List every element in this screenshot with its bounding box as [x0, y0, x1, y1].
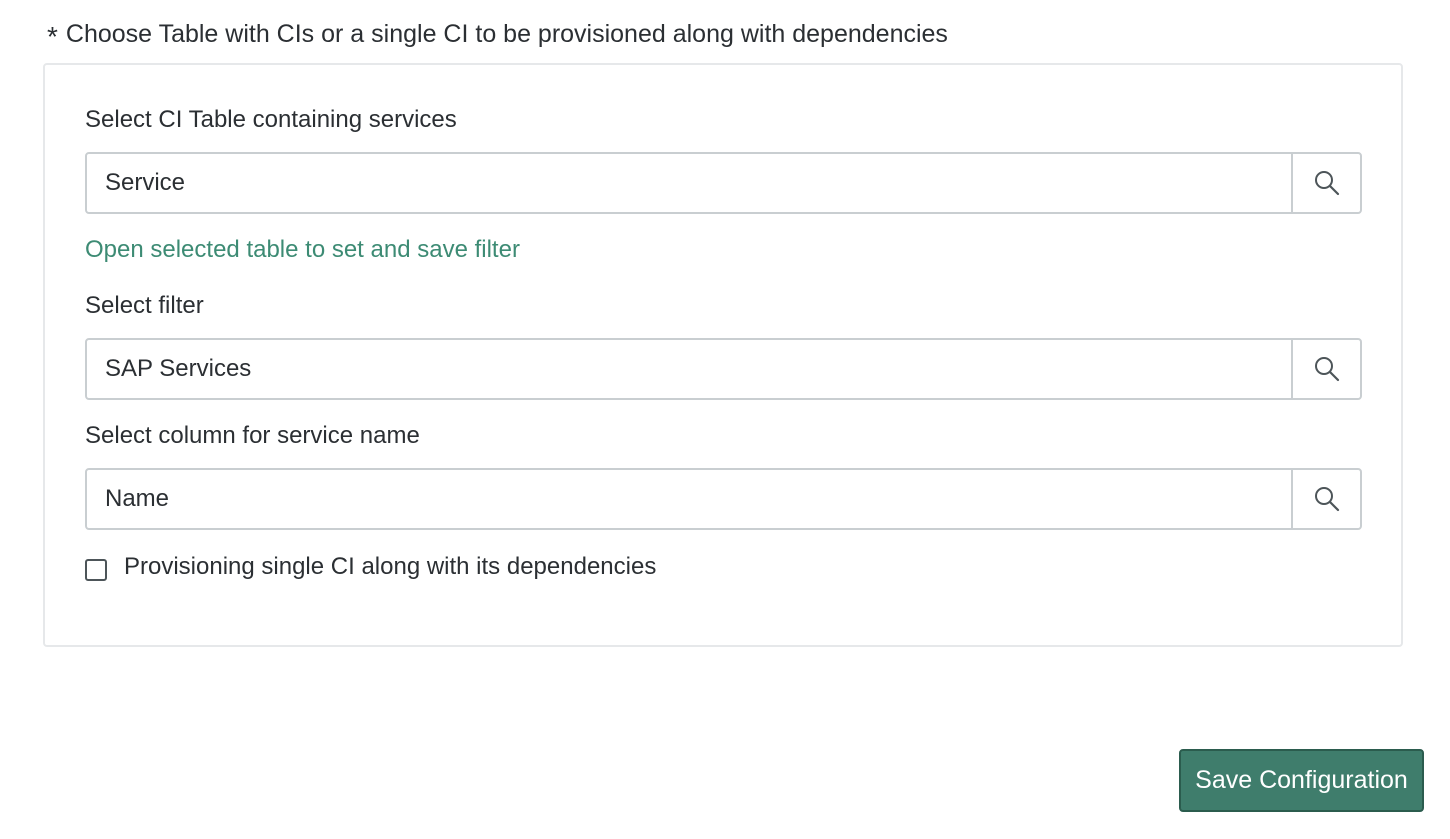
single-ci-checkbox[interactable] — [85, 559, 107, 581]
ci-table-lookup-button[interactable] — [1291, 154, 1360, 212]
ci-table-lookup — [85, 152, 1362, 214]
ci-table-label: Select CI Table containing services — [85, 106, 457, 133]
name-column-label: Select column for service name — [85, 422, 420, 449]
single-ci-option: Provisioning single CI along with its de… — [85, 553, 656, 581]
filter-lookup — [85, 338, 1362, 400]
open-table-link[interactable]: Open selected table to set and save filt… — [85, 236, 520, 264]
search-icon — [1314, 171, 1339, 196]
filter-label: Select filter — [85, 292, 204, 319]
required-mark: * — [47, 21, 58, 52]
search-icon — [1314, 487, 1339, 512]
section-heading: * Choose Table with CIs or a single CI t… — [47, 16, 948, 52]
filter-input[interactable] — [87, 340, 1291, 398]
name-column-input[interactable] — [87, 470, 1291, 528]
name-column-lookup — [85, 468, 1362, 530]
filter-lookup-button[interactable] — [1291, 340, 1360, 398]
name-column-lookup-button[interactable] — [1291, 470, 1360, 528]
search-icon — [1314, 357, 1339, 382]
ci-table-input[interactable] — [87, 154, 1291, 212]
save-configuration-button[interactable]: Save Configuration — [1179, 749, 1424, 812]
section-heading-text: Choose Table with CIs or a single CI to … — [65, 19, 948, 48]
single-ci-label[interactable]: Provisioning single CI along with its de… — [124, 553, 656, 581]
page: * Choose Table with CIs or a single CI t… — [0, 0, 1450, 839]
